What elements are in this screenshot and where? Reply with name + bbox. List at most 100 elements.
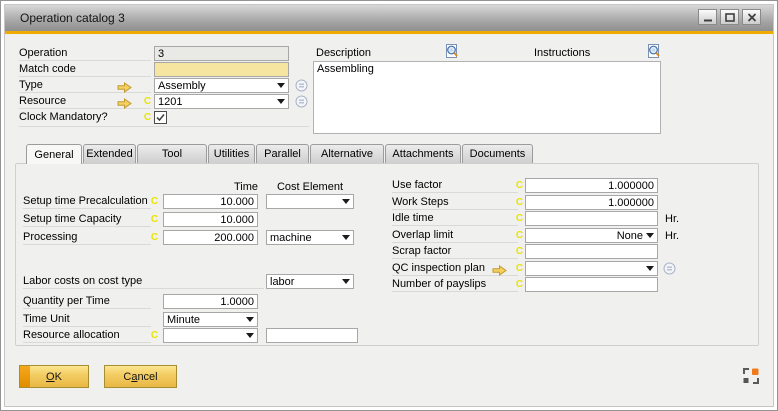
tab-utilities[interactable]: Utilities bbox=[208, 144, 255, 163]
clock-mandatory-checkbox[interactable] bbox=[154, 111, 167, 124]
window-title: Operation catalog 3 bbox=[20, 11, 125, 25]
setup-capacity-c-marker: C bbox=[150, 212, 159, 227]
qc-inspection-dropdown[interactable] bbox=[525, 261, 658, 276]
header-form-divider bbox=[19, 126, 309, 127]
chevron-down-icon bbox=[277, 83, 285, 88]
chevron-down-icon bbox=[342, 279, 350, 284]
setup-precalculation-time-field[interactable] bbox=[163, 194, 258, 209]
tab-bar: General Extended Tool Utilities Parallel… bbox=[26, 144, 533, 164]
overlap-limit-c-marker: C bbox=[515, 228, 524, 243]
overlap-limit-value: None bbox=[526, 230, 646, 242]
match-code-field[interactable] bbox=[154, 62, 289, 77]
overlap-limit-dropdown[interactable]: None bbox=[525, 228, 658, 243]
resize-grip-icon[interactable] bbox=[743, 368, 759, 389]
idle-time-c-marker: C bbox=[515, 211, 524, 226]
overlap-limit-unit-label: Hr. bbox=[665, 229, 679, 243]
resource-dropdown-value: 1201 bbox=[155, 96, 277, 108]
scrap-factor-c-marker: C bbox=[515, 244, 524, 259]
description-textarea[interactable] bbox=[313, 61, 661, 134]
clock-mandatory-label: Clock Mandatory? bbox=[19, 110, 151, 125]
resource-allocation-dropdown[interactable] bbox=[163, 328, 258, 343]
chevron-down-icon bbox=[246, 317, 254, 322]
window-inner-frame: Operation catalog 3 Operation Match code bbox=[4, 4, 774, 407]
title-bar[interactable]: Operation catalog 3 bbox=[5, 5, 773, 31]
idle-time-label: Idle time bbox=[392, 211, 518, 226]
maximize-icon bbox=[725, 13, 735, 22]
use-factor-label: Use factor bbox=[392, 178, 518, 193]
chevron-down-icon bbox=[277, 99, 285, 104]
operation-catalog-window: Operation catalog 3 Operation Match code bbox=[0, 0, 778, 411]
processing-label: Processing bbox=[23, 230, 151, 245]
close-icon bbox=[747, 13, 757, 22]
scrap-factor-label: Scrap factor bbox=[392, 244, 518, 259]
idle-time-field[interactable] bbox=[525, 211, 658, 226]
window-controls bbox=[698, 9, 761, 25]
ok-button-label: OK bbox=[46, 371, 62, 383]
chevron-down-icon bbox=[342, 235, 350, 240]
time-unit-value: Minute bbox=[164, 314, 246, 326]
use-factor-c-marker: C bbox=[515, 178, 524, 193]
idle-time-unit-label: Hr. bbox=[665, 212, 679, 226]
labor-costs-value: labor bbox=[267, 276, 342, 288]
cost-element-column-header: Cost Element bbox=[266, 180, 354, 194]
clock-mandatory-c-marker: C bbox=[143, 110, 152, 125]
processing-cost-element-dropdown[interactable]: machine bbox=[266, 230, 354, 245]
resource-c-marker: C bbox=[143, 94, 152, 109]
tab-documents[interactable]: Documents bbox=[462, 144, 533, 163]
description-label: Description bbox=[316, 46, 371, 61]
checkmark-icon bbox=[155, 112, 166, 123]
time-unit-dropdown[interactable]: Minute bbox=[163, 312, 258, 327]
tab-alternative[interactable]: Alternative bbox=[310, 144, 384, 163]
chevron-down-icon bbox=[646, 266, 654, 271]
minimize-icon bbox=[703, 13, 713, 22]
use-factor-field[interactable] bbox=[525, 178, 658, 193]
window-content: Operation Match code Type Assembly Resou… bbox=[5, 34, 773, 406]
setup-capacity-label: Setup time Capacity bbox=[23, 212, 151, 227]
ok-button-accent bbox=[20, 366, 30, 387]
processing-time-field[interactable] bbox=[163, 230, 258, 245]
chevron-down-icon bbox=[646, 233, 654, 238]
setup-precalculation-label: Setup time Precalculation bbox=[23, 194, 151, 209]
resource-list-icon[interactable] bbox=[295, 95, 308, 113]
tab-tool[interactable]: Tool bbox=[137, 144, 207, 163]
maximize-button[interactable] bbox=[720, 9, 739, 25]
type-dropdown-value: Assembly bbox=[155, 80, 277, 92]
setup-precalculation-c-marker: C bbox=[150, 194, 159, 209]
qc-inspection-c-marker: C bbox=[515, 261, 524, 276]
resource-allocation-c-marker: C bbox=[150, 328, 159, 343]
number-of-payslips-field[interactable] bbox=[525, 277, 658, 292]
time-column-header: Time bbox=[163, 180, 258, 194]
resource-allocation-extra-field[interactable] bbox=[266, 328, 358, 343]
ok-button[interactable]: OK bbox=[19, 365, 89, 388]
tab-general[interactable]: General bbox=[26, 144, 82, 164]
operation-label: Operation bbox=[19, 46, 151, 61]
resource-dropdown[interactable]: 1201 bbox=[154, 94, 289, 109]
processing-c-marker: C bbox=[150, 230, 159, 245]
number-of-payslips-label: Number of payslips bbox=[392, 277, 518, 292]
work-steps-label: Work Steps bbox=[392, 195, 518, 210]
labor-costs-label: Labor costs on cost type bbox=[23, 274, 264, 289]
work-steps-field[interactable] bbox=[525, 195, 658, 210]
labor-costs-dropdown[interactable]: labor bbox=[266, 274, 354, 289]
match-code-label: Match code bbox=[19, 62, 151, 77]
tab-parallel[interactable]: Parallel bbox=[256, 144, 309, 163]
setup-precalculation-cost-element-dropdown[interactable] bbox=[266, 194, 354, 209]
processing-cost-element-value: machine bbox=[267, 232, 342, 244]
overlap-limit-label: Overlap limit bbox=[392, 228, 518, 243]
tab-extended[interactable]: Extended bbox=[83, 144, 136, 163]
minimize-button[interactable] bbox=[698, 9, 717, 25]
type-dropdown[interactable]: Assembly bbox=[154, 78, 289, 93]
qc-inspection-list-icon[interactable] bbox=[663, 262, 676, 280]
resource-allocation-label: Resource allocation bbox=[23, 328, 151, 343]
scrap-factor-field[interactable] bbox=[525, 244, 658, 259]
tab-attachments[interactable]: Attachments bbox=[385, 144, 461, 163]
setup-capacity-time-field[interactable] bbox=[163, 212, 258, 227]
time-unit-label: Time Unit bbox=[23, 312, 151, 327]
chevron-down-icon bbox=[342, 199, 350, 204]
cancel-button-label: Cancel bbox=[123, 371, 157, 383]
cancel-button[interactable]: Cancel bbox=[104, 365, 177, 388]
quantity-per-time-field[interactable] bbox=[163, 294, 258, 309]
close-button[interactable] bbox=[742, 9, 761, 25]
work-steps-c-marker: C bbox=[515, 195, 524, 210]
quantity-per-time-label: Quantity per Time bbox=[23, 294, 151, 309]
